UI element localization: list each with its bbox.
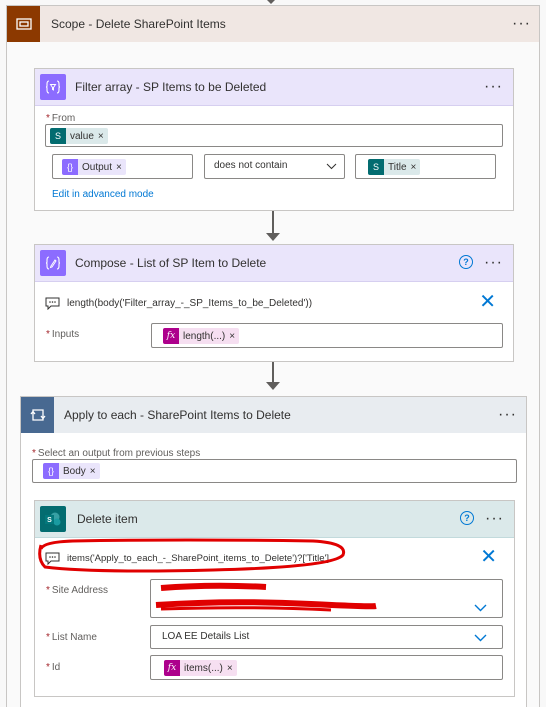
- inputs-label: * Inputs: [46, 329, 80, 340]
- compose-icon: [40, 250, 66, 276]
- from-label: * From: [46, 113, 76, 124]
- id-label: * Id: [46, 662, 61, 673]
- operator-select[interactable]: does not contain: [204, 154, 345, 179]
- connector-arrow: [266, 233, 280, 241]
- delete-more-icon[interactable]: ···: [485, 511, 504, 527]
- filter-array-title: Filter array - SP Items to be Deleted: [75, 80, 267, 94]
- red-annotation-oval: [38, 538, 346, 573]
- select-output-field[interactable]: {} Body ×: [32, 459, 517, 483]
- chevron-down-icon: [326, 163, 337, 170]
- sharepoint-icon: S: [50, 128, 66, 144]
- close-comment-icon[interactable]: ✕: [479, 292, 496, 312]
- scope-more-icon[interactable]: ···: [512, 16, 531, 32]
- scope-header[interactable]: Scope - Delete SharePoint Items ···: [7, 6, 539, 42]
- help-icon[interactable]: ?: [460, 511, 474, 525]
- filter-array-card: Filter array - SP Items to be Deleted ··…: [34, 68, 514, 211]
- scope-title: Scope - Delete SharePoint Items: [51, 17, 226, 31]
- remove-token-icon[interactable]: ×: [227, 663, 237, 674]
- inputs-field[interactable]: fx length(...) ×: [151, 323, 503, 348]
- from-field[interactable]: S value ×: [45, 124, 503, 147]
- condition-left-field[interactable]: {} Output ×: [52, 154, 193, 179]
- list-name-label: * List Name: [46, 632, 97, 643]
- output-token[interactable]: {} Output ×: [62, 159, 126, 175]
- condition-right-field[interactable]: S Title ×: [355, 154, 496, 179]
- help-icon[interactable]: ?: [459, 255, 473, 269]
- connector-arrow: [266, 382, 280, 390]
- connector-arrow: [265, 0, 277, 4]
- filter-icon: [40, 74, 66, 100]
- length-token[interactable]: fx length(...) ×: [163, 328, 240, 344]
- compose-card: Compose - List of SP Item to Delete ? ··…: [34, 244, 514, 362]
- chevron-down-icon: [474, 634, 487, 642]
- data-operation-icon: {}: [62, 159, 78, 175]
- compose-more-icon[interactable]: ···: [484, 255, 503, 271]
- chevron-down-icon: [474, 604, 487, 612]
- apply-to-each-card: Apply to each - SharePoint Items to Dele…: [20, 396, 527, 707]
- remove-token-icon[interactable]: ×: [229, 331, 239, 342]
- compose-title: Compose - List of SP Item to Delete: [75, 256, 267, 270]
- items-token[interactable]: fx items(...) ×: [164, 660, 237, 676]
- advanced-mode-link[interactable]: Edit in advanced mode: [52, 189, 154, 200]
- delete-item-title: Delete item: [77, 512, 138, 526]
- title-token[interactable]: S Title ×: [368, 159, 421, 175]
- site-address-label: * Site Address: [46, 585, 109, 596]
- select-output-label: * Select an output from previous steps: [32, 448, 201, 459]
- remove-token-icon[interactable]: ×: [90, 466, 100, 477]
- site-address-field[interactable]: [150, 579, 503, 618]
- apply-to-each-title: Apply to each - SharePoint Items to Dele…: [64, 408, 291, 422]
- remove-token-icon[interactable]: ×: [116, 162, 126, 173]
- scope-icon: [7, 6, 40, 42]
- body-token[interactable]: {} Body ×: [43, 463, 100, 479]
- filter-array-header[interactable]: Filter array - SP Items to be Deleted ··…: [35, 69, 513, 106]
- svg-text:S: S: [47, 517, 52, 524]
- redacted-value: [155, 582, 377, 612]
- list-name-select[interactable]: LOA EE Details List: [150, 625, 503, 649]
- expression-icon: fx: [163, 328, 179, 344]
- remove-token-icon[interactable]: ×: [98, 131, 108, 142]
- delete-item-header[interactable]: S Delete item ? ···: [35, 501, 514, 538]
- sharepoint-icon: S: [40, 506, 66, 532]
- data-operation-icon: {}: [43, 463, 59, 479]
- apply-more-icon[interactable]: ···: [498, 407, 517, 423]
- value-token[interactable]: S value ×: [50, 128, 108, 144]
- compose-header[interactable]: Compose - List of SP Item to Delete ? ··…: [35, 245, 513, 282]
- comment-icon: [45, 297, 60, 310]
- expression-icon: fx: [164, 660, 180, 676]
- delete-item-card: S Delete item ? ··· items('Apply_to_each…: [34, 500, 515, 697]
- id-field[interactable]: fx items(...) ×: [150, 655, 503, 680]
- sharepoint-icon: S: [368, 159, 384, 175]
- compose-comment: length(body('Filter_array_-_SP_Items_to_…: [67, 298, 313, 309]
- apply-to-each-header[interactable]: Apply to each - SharePoint Items to Dele…: [21, 397, 526, 433]
- remove-token-icon[interactable]: ×: [411, 162, 421, 173]
- loop-icon: [21, 397, 54, 433]
- close-comment-icon[interactable]: ✕: [480, 547, 497, 567]
- filter-more-icon[interactable]: ···: [484, 79, 503, 95]
